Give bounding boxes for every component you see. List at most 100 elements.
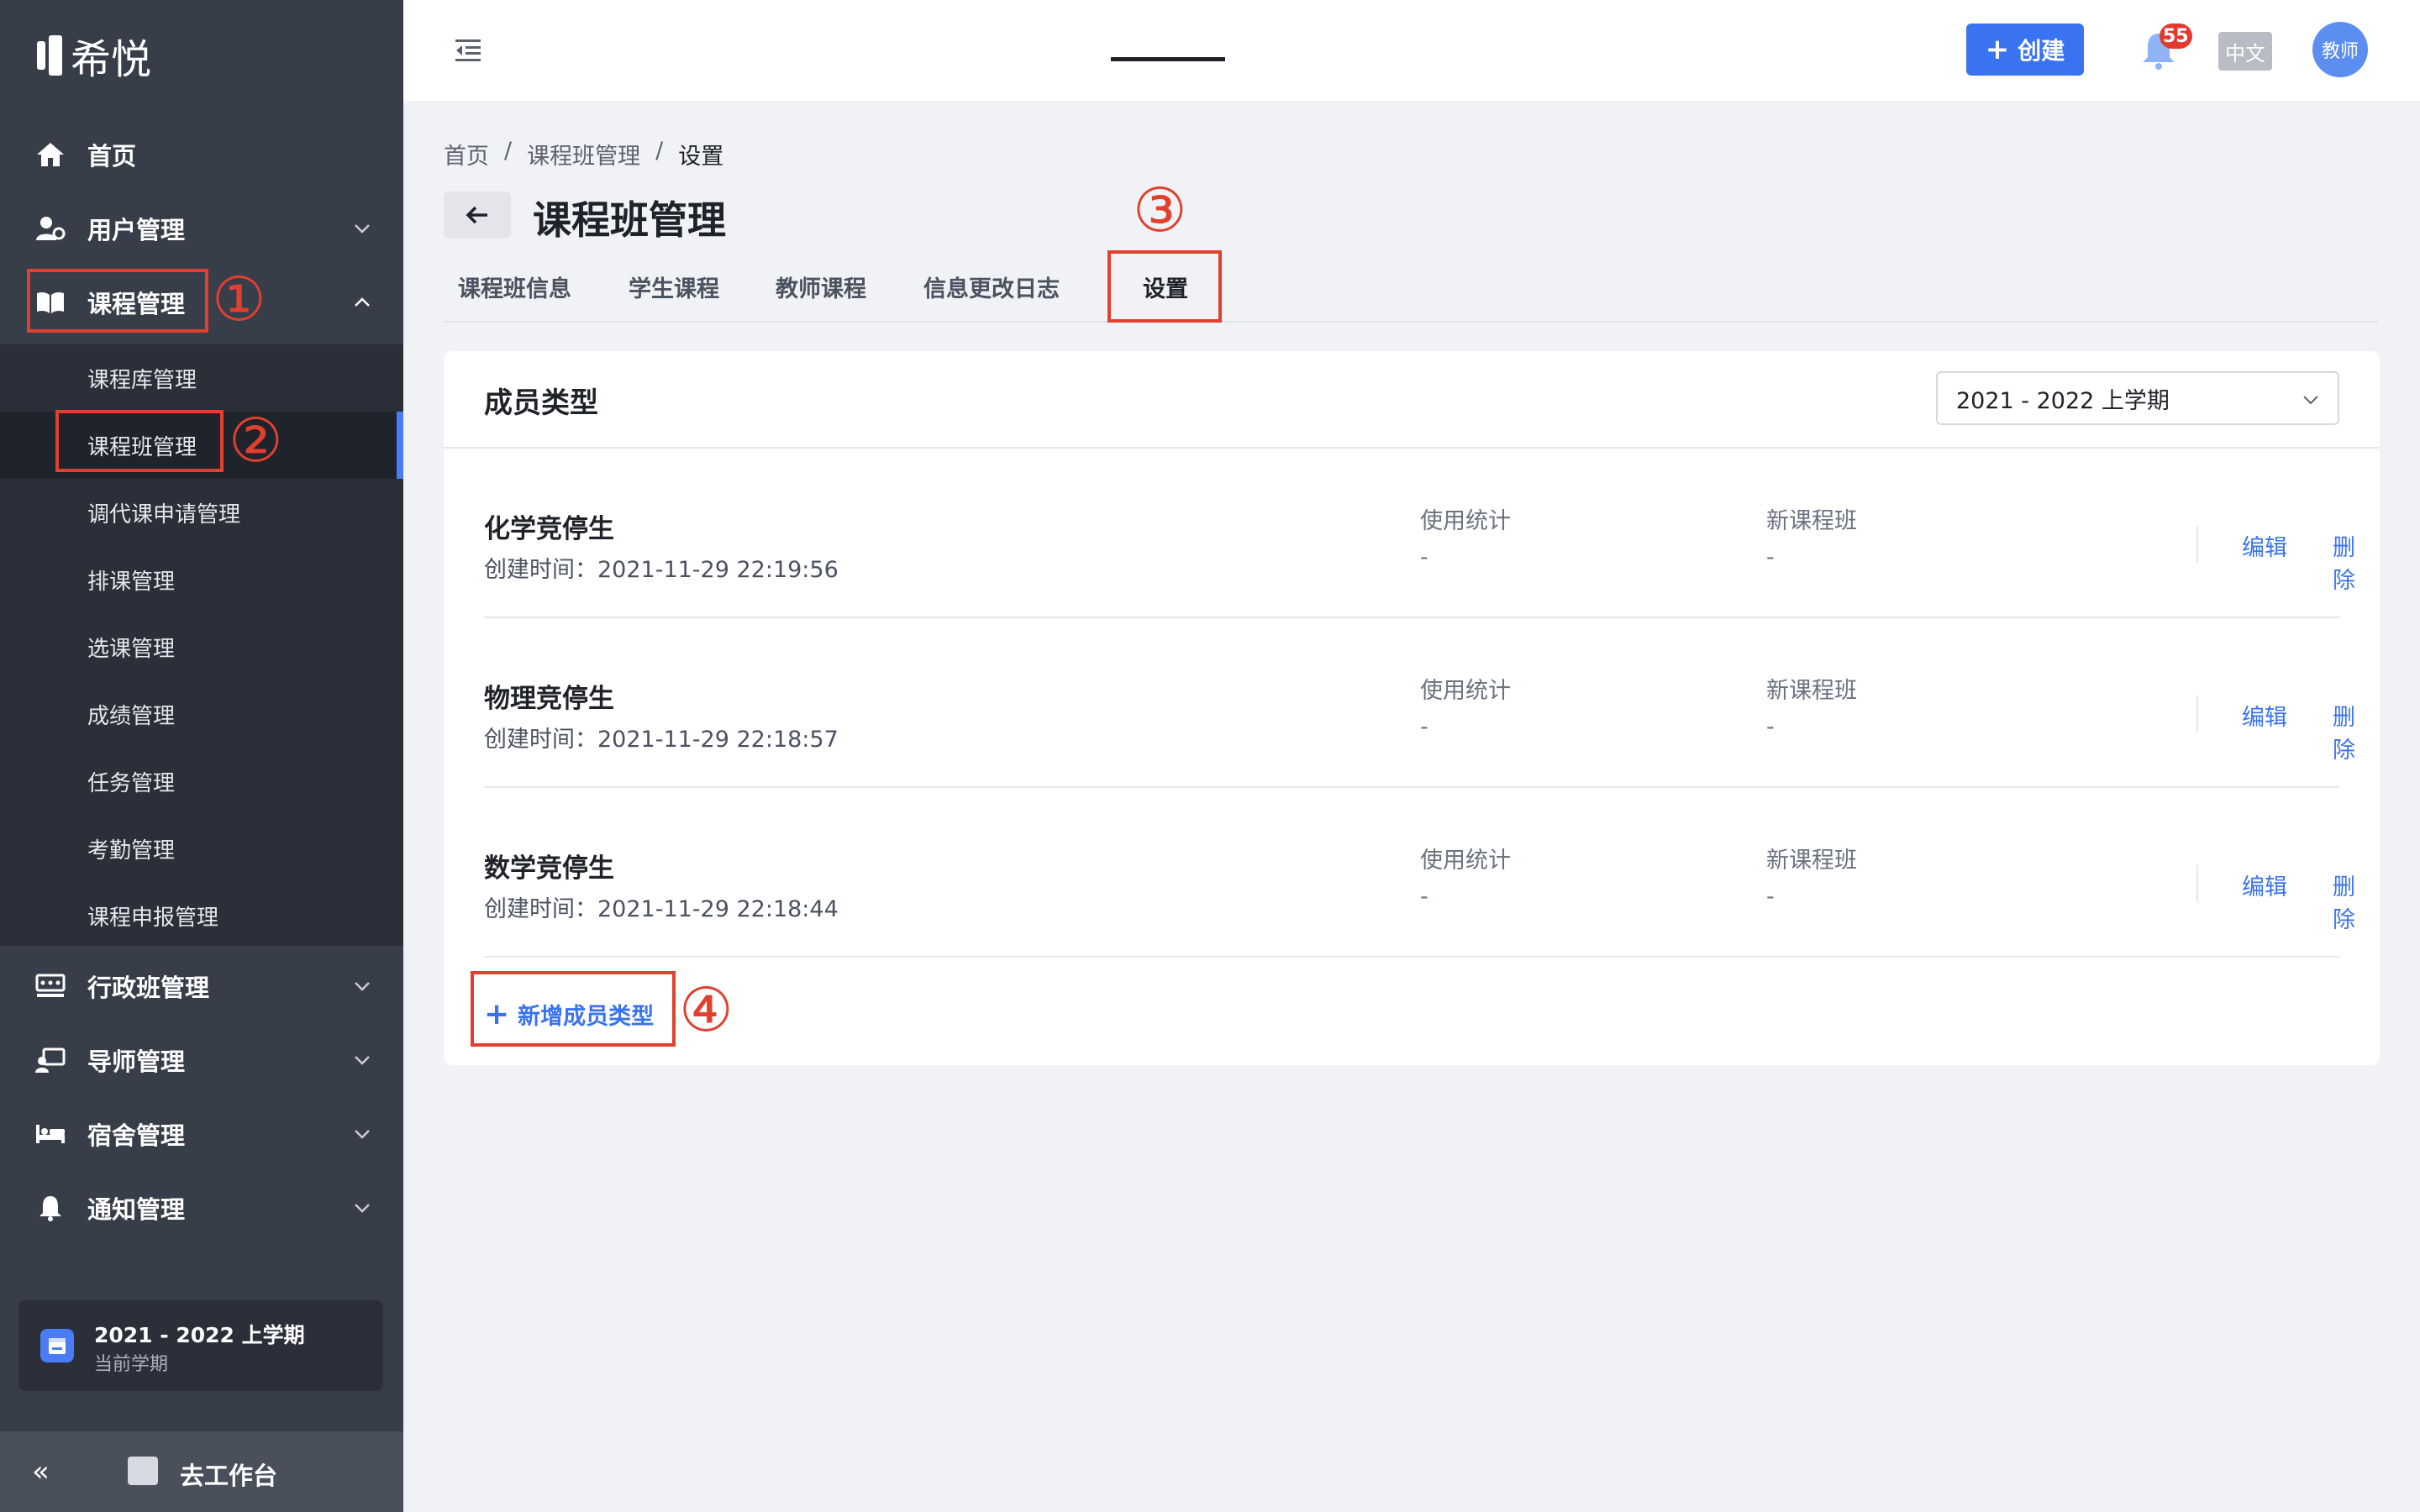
submenu-item-tasks[interactable]: 任务管理: [0, 748, 403, 815]
row-divider: [484, 956, 2339, 958]
usage-stats-label: 使用统计: [1420, 678, 1511, 704]
workbench-icon: [128, 1457, 158, 1485]
edit-link[interactable]: 编辑: [2242, 869, 2287, 901]
sidebar-item-label: 宿舍管理: [87, 1121, 186, 1150]
arrow-left-icon: [466, 206, 487, 224]
edit-link[interactable]: 编辑: [2242, 529, 2287, 562]
top-bar: + 创建 55 中文 教师: [403, 0, 2420, 101]
sidebar-item-admin-class[interactable]: 行政班管理: [0, 949, 403, 1023]
delete-link[interactable]: 删除: [2333, 699, 2355, 764]
sidebar: 希悦 首页 用户管理 课程管理 课程库管理 课程班管理 调代课申请管理 排课管理…: [0, 0, 403, 1512]
term-select-value: 2021 - 2022 上学期: [1956, 387, 2170, 414]
chevron-down-icon: [2303, 396, 2318, 405]
sidebar-item-home[interactable]: 首页: [0, 118, 403, 192]
page-title: 课程班管理: [533, 197, 726, 243]
chevron-down-icon: [355, 224, 370, 234]
submenu-label: 考勤管理: [87, 837, 176, 864]
submenu-item-grades[interactable]: 成绩管理: [0, 680, 403, 748]
annotation-box: [471, 971, 676, 1047]
submenu-item-course-application[interactable]: 课程申报管理: [0, 882, 403, 949]
logo-mark-icon: [37, 35, 62, 76]
create-button[interactable]: + 创建: [1966, 24, 2084, 76]
sidebar-item-mentor[interactable]: 导师管理: [0, 1023, 403, 1097]
created-time: 创建时间：2021-11-29 22:18:44: [484, 896, 839, 922]
plus-icon: +: [1985, 33, 2010, 66]
tab-teacher-courses[interactable]: 教师课程: [776, 270, 866, 303]
divider: [2196, 696, 2198, 732]
breadcrumb-home[interactable]: 首页: [444, 138, 489, 171]
submenu-label: 成绩管理: [87, 703, 176, 729]
term-title: 2021 - 2022 上学期: [94, 1323, 305, 1347]
active-tab-indicator: [1111, 57, 1225, 61]
divider: [2196, 526, 2198, 563]
created-time: 创建时间：2021-11-29 22:18:57: [484, 727, 839, 753]
new-class-value: -: [1766, 884, 1775, 910]
app-logo[interactable]: 希悦: [37, 30, 151, 83]
new-class-value: -: [1766, 714, 1775, 740]
collapse-sidebar-icon[interactable]: «: [32, 1455, 50, 1488]
submenu-item-substitution[interactable]: 调代课申请管理: [0, 479, 403, 546]
sidebar-item-label: 用户管理: [87, 216, 186, 244]
back-button[interactable]: [444, 192, 511, 239]
breadcrumb-course-class[interactable]: 课程班管理: [527, 138, 640, 171]
annotation-box: [55, 410, 224, 472]
chevron-down-icon: [355, 1056, 370, 1065]
delete-link[interactable]: 删除: [2333, 869, 2355, 934]
sidebar-item-label: 行政班管理: [87, 974, 210, 1002]
sidebar-item-notifications[interactable]: 通知管理: [0, 1171, 403, 1245]
tab-class-info[interactable]: 课程班信息: [458, 270, 571, 303]
go-to-workbench-link[interactable]: 去工作台: [180, 1457, 277, 1492]
breadcrumb-separator: /: [655, 138, 664, 164]
new-class-label: 新课程班: [1766, 678, 1857, 704]
tab-change-log[interactable]: 信息更改日志: [923, 270, 1060, 303]
annotation-box: [27, 269, 208, 333]
member-types-card: 成员类型 2021 - 2022 上学期 化学竞停生 创建时间：2021-11-…: [444, 351, 2380, 1065]
member-type-name: 化学竞停生: [484, 514, 614, 544]
user-gear-icon: [35, 213, 66, 244]
menu-fold-icon[interactable]: [454, 37, 482, 64]
term-subtitle: 当前学期: [94, 1354, 169, 1375]
member-type-row: 物理竞停生 创建时间：2021-11-29 22:18:57 使用统计 - 新课…: [484, 618, 2355, 788]
member-type-name: 数学竞停生: [484, 853, 614, 884]
breadcrumb: 首页 / 课程班管理 / 设置: [444, 138, 723, 171]
home-icon: [35, 139, 66, 170]
delete-link[interactable]: 删除: [2333, 529, 2355, 595]
workbench-bar: « 去工作台: [0, 1431, 403, 1512]
tab-bar: 课程班信息 学生课程 教师课程 信息更改日志 设置: [444, 260, 2378, 323]
usage-stats-label: 使用统计: [1420, 848, 1511, 874]
notification-count-badge: 55: [2160, 24, 2192, 49]
submenu-item-course-library[interactable]: 课程库管理: [0, 344, 403, 412]
submenu-label: 选课管理: [87, 636, 176, 662]
breadcrumb-separator: /: [504, 138, 513, 164]
sidebar-item-users[interactable]: 用户管理: [0, 192, 403, 265]
annotation-box: [1107, 250, 1222, 323]
submenu-label: 课程库管理: [87, 367, 197, 393]
tab-student-courses[interactable]: 学生课程: [629, 270, 719, 303]
usage-stats-label: 使用统计: [1420, 508, 1511, 534]
member-type-name: 物理竞停生: [484, 684, 614, 714]
user-avatar[interactable]: 教师: [2312, 22, 2368, 77]
edit-link[interactable]: 编辑: [2242, 699, 2287, 732]
submenu-label: 排课管理: [87, 569, 176, 595]
calendar-icon: [40, 1329, 74, 1362]
term-select[interactable]: 2021 - 2022 上学期: [1936, 371, 2339, 425]
sidebar-item-label: 导师管理: [87, 1047, 186, 1076]
create-button-label: 创建: [2018, 37, 2065, 65]
sidebar-item-dorm[interactable]: 宿舍管理: [0, 1097, 403, 1171]
sidebar-item-label: 通知管理: [87, 1195, 186, 1224]
usage-stats-value: -: [1420, 884, 1428, 910]
annotation-number: ②: [229, 405, 283, 475]
annotation-number: ④: [679, 974, 734, 1045]
new-class-label: 新课程班: [1766, 848, 1857, 874]
language-switch[interactable]: 中文: [2218, 32, 2272, 71]
usage-stats-value: -: [1420, 544, 1428, 570]
card-title: 成员类型: [484, 386, 598, 420]
submenu-label: 课程申报管理: [87, 905, 219, 931]
submenu-item-selection[interactable]: 选课管理: [0, 613, 403, 680]
chevron-down-icon: [355, 1204, 370, 1213]
chevron-down-icon: [355, 982, 370, 991]
sidebar-item-label: 首页: [87, 142, 137, 171]
submenu-item-attendance[interactable]: 考勤管理: [0, 815, 403, 882]
current-term-card[interactable]: 2021 - 2022 上学期 当前学期: [18, 1300, 383, 1391]
submenu-item-scheduling[interactable]: 排课管理: [0, 546, 403, 613]
